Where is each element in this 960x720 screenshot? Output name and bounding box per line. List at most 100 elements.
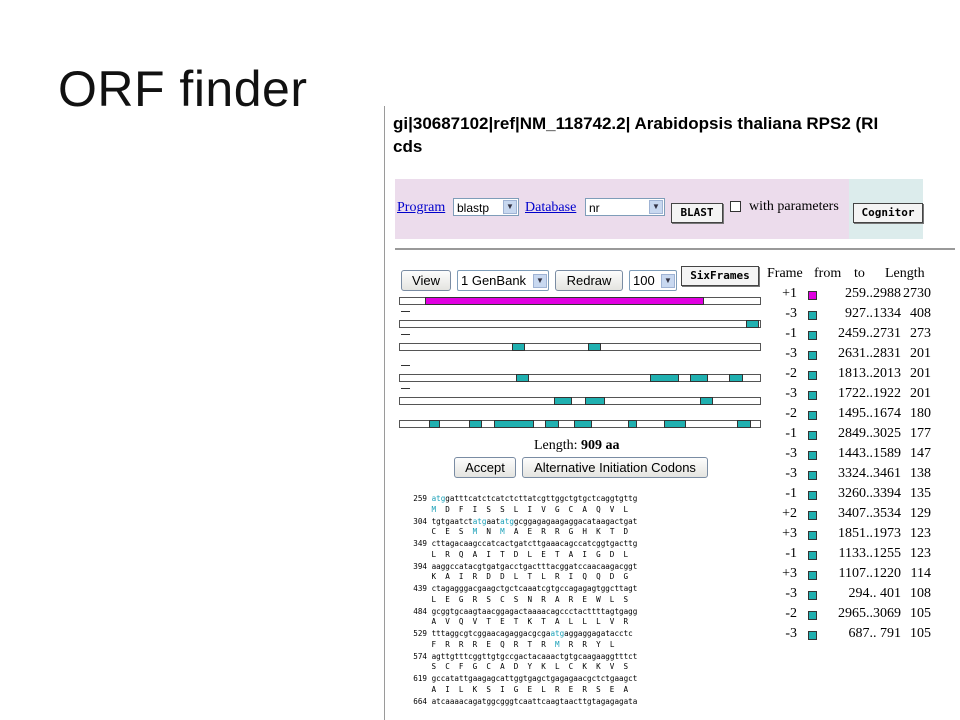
orf-range: 259..2988 <box>845 286 901 301</box>
accept-button[interactable]: Accept <box>454 457 516 478</box>
sequence-line: 349 cttagacaagccatcactgatcttgaaacagccatc… <box>403 539 637 549</box>
orf-segment[interactable] <box>585 397 605 405</box>
view-button[interactable]: View <box>401 270 451 291</box>
orf-range: 1722..1922 <box>838 386 901 401</box>
program-select[interactable]: blastp ▼ <box>453 198 519 216</box>
orf-range: 927..1334 <box>845 306 901 321</box>
orf-segment[interactable] <box>628 420 637 428</box>
length-label: Length: <box>534 438 578 453</box>
amino-acid-run: S C F G C A D Y K L C K K V S <box>431 662 629 671</box>
amino-acid-run: F R R R E Q R T R <box>431 639 555 649</box>
program-select-value: blastp <box>457 201 490 215</box>
orf-range: 1851..1973 <box>838 526 901 541</box>
sequence-position: 259 <box>413 494 427 503</box>
sequence-position: 439 <box>413 584 427 593</box>
sequence-position: 574 <box>413 651 427 661</box>
frame-separator <box>401 388 410 389</box>
sixframes-button[interactable]: SixFrames <box>681 266 759 286</box>
alternative-initiation-codons-button[interactable]: Alternative Initiation Codons <box>522 457 708 478</box>
orf-segment[interactable] <box>737 420 751 428</box>
orf-segment[interactable] <box>494 420 534 428</box>
sequence-line: 394 aaggccatacgtgatgacctgactttacggatccaa… <box>403 562 637 572</box>
translation-line: S C F G C A D Y K L C K K V S <box>432 662 629 672</box>
orf-segment[interactable] <box>429 420 440 428</box>
orf-color-marker <box>808 351 817 360</box>
min-length-select[interactable]: 100 ▼ <box>629 270 677 291</box>
with-parameters-checkbox[interactable] <box>730 201 741 212</box>
orf-frame: -3 <box>785 446 797 461</box>
frame-track <box>399 297 761 305</box>
orf-range: 1495..1674 <box>838 406 901 421</box>
orf-color-marker <box>808 331 817 340</box>
orf-segment[interactable] <box>664 420 686 428</box>
orf-frame: -3 <box>785 466 797 481</box>
orf-frame: +1 <box>782 286 797 301</box>
col-frame: Frame <box>767 266 803 281</box>
orf-segment[interactable] <box>729 374 743 382</box>
translation-line: C E S M N M A E R R G H K T D <box>432 527 629 537</box>
orf-frame: -3 <box>785 626 797 641</box>
frame-track <box>399 374 761 382</box>
redraw-button[interactable]: Redraw <box>555 270 623 291</box>
format-select[interactable]: 1 GenBank ▼ <box>457 270 549 291</box>
orf-range: 3324..3461 <box>838 466 901 481</box>
orf-segment[interactable] <box>650 374 679 382</box>
col-to: to <box>854 266 865 281</box>
start-codon: atg <box>500 516 514 526</box>
sequence-header: gi|30687102|ref|NM_118742.2| Arabidopsis… <box>393 112 960 158</box>
orf-segment[interactable] <box>469 420 482 428</box>
start-codon: atg <box>431 494 446 503</box>
orf-segment[interactable] <box>425 297 704 305</box>
orf-segment[interactable] <box>574 420 592 428</box>
chevron-down-icon: ▼ <box>533 274 547 288</box>
col-length: Length <box>885 266 925 281</box>
sequence-position: 529 <box>413 629 427 638</box>
database-link[interactable]: Database <box>525 200 576 216</box>
orf-segment[interactable] <box>690 374 708 382</box>
orf-range: 1813..2013 <box>838 366 901 381</box>
amino-acid-run: R R Y L <box>559 639 615 649</box>
amino-acid-run: N <box>477 527 501 536</box>
orf-color-marker <box>808 571 817 580</box>
frame-separator <box>401 334 410 335</box>
orf-range: 2631..2831 <box>838 346 901 361</box>
translation-line: L E G R S C S N R A R E W L S <box>432 595 629 605</box>
cognitor-button[interactable]: Cognitor <box>853 203 923 223</box>
min-length-select-value: 100 <box>633 273 655 288</box>
orf-length: 201 <box>910 346 931 361</box>
orf-length: 123 <box>910 546 931 561</box>
sequence-subtitle: cds <box>393 137 423 156</box>
orf-range: 294.. 401 <box>848 586 902 601</box>
amino-acid-run: A E R R G H K T D <box>504 527 629 536</box>
orf-segment[interactable] <box>554 397 572 405</box>
orf-segment[interactable] <box>588 343 601 351</box>
orf-color-marker <box>808 311 817 320</box>
orf-frame: -1 <box>785 486 797 501</box>
blast-button[interactable]: BLAST <box>671 203 723 223</box>
chevron-down-icon: ▼ <box>649 200 663 214</box>
frame-separator <box>401 311 410 312</box>
orf-frame: -2 <box>785 606 797 621</box>
with-parameters-label: with parameters <box>749 199 839 214</box>
slide-title: ORF finder <box>58 61 308 117</box>
orf-length: 201 <box>910 386 931 401</box>
program-link[interactable]: Program <box>397 200 445 216</box>
nucleotide-run: tgtgaatct <box>431 516 473 526</box>
orf-color-marker <box>808 371 817 380</box>
orf-segment[interactable] <box>746 320 759 328</box>
orf-length: 129 <box>910 506 931 521</box>
amino-acid-run: D F I S S L I V G C A Q V L <box>436 504 629 514</box>
sequence-line: 259 atggatttcatctcatctcttatcgttggctgtgct… <box>403 494 637 504</box>
amino-acid-run: L E G R S C S N R A R E W L S <box>431 594 629 604</box>
orf-segment[interactable] <box>545 420 559 428</box>
orf-frame: -1 <box>785 546 797 561</box>
orf-segment[interactable] <box>516 374 529 382</box>
orf-segment[interactable] <box>512 343 525 351</box>
sequence-position: 664 <box>413 696 427 706</box>
orf-color-marker <box>808 411 817 420</box>
orf-segment[interactable] <box>700 397 713 405</box>
database-select[interactable]: nr ▼ <box>585 198 665 216</box>
orf-color-marker <box>808 471 817 480</box>
length-value: 909 aa <box>581 438 620 453</box>
orf-frame: +3 <box>782 566 797 581</box>
